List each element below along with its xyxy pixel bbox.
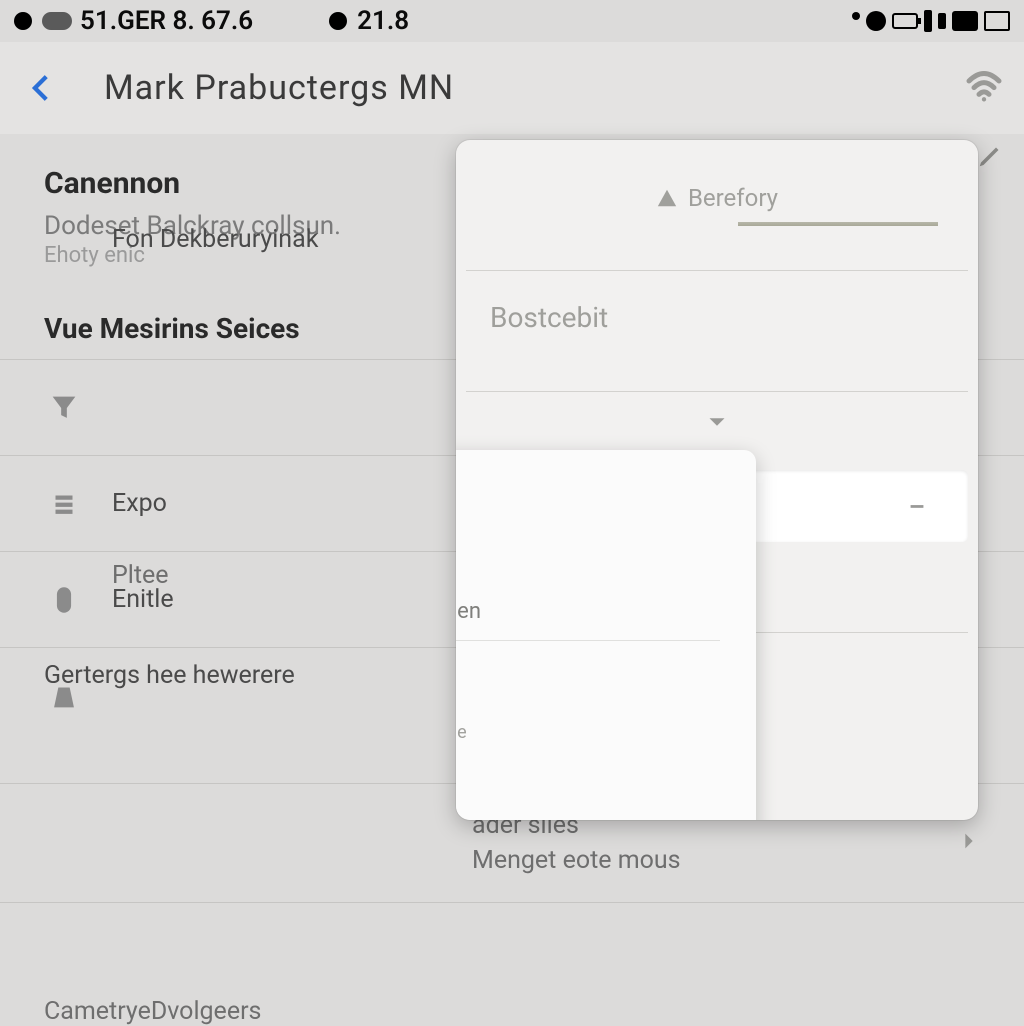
wifi-button[interactable]: [964, 66, 1004, 110]
inner-info-card: Abourx Backeetryergeen Nesterwe't Seeion…: [456, 450, 756, 820]
card-body: Deary 80.1/ 2017FMien: [456, 599, 720, 624]
card-small2: hl beneree spones rhesbne: [456, 719, 720, 746]
row1-labels: Fon Dekberuryinak Pltee: [112, 225, 318, 590]
status-right-icons: [852, 10, 1010, 32]
mouse-icon: [44, 580, 84, 620]
app-bar: Mark Prabuctergs MN: [0, 42, 1024, 134]
bottom-right-labels: ader siles Menget eote mous: [472, 811, 681, 875]
card-divider: [456, 640, 720, 641]
minus-icon: [906, 495, 928, 517]
battery-icon: [892, 13, 918, 29]
bottom-right-bottom: Menget eote mous: [472, 846, 681, 875]
card-link2[interactable]: Dewaic: [456, 655, 720, 682]
card-subtitle: Backeetryergeen: [456, 520, 720, 548]
side-popup-panel: Berefory Bostcebit Abourx Backeetryergee…: [456, 140, 978, 820]
warning-icon: [656, 187, 678, 209]
popup-section-label: Bostcebit: [490, 301, 608, 334]
status-dot2-icon: [329, 12, 347, 30]
status-left-text: 51.GER 8. 67.6: [80, 6, 253, 36]
camera-icon: [952, 11, 978, 31]
filter-icon: [44, 388, 84, 428]
popup-header-line: Berefory: [656, 184, 778, 212]
chevron-down-icon[interactable]: [702, 407, 732, 437]
edit-icon[interactable]: [976, 140, 1006, 174]
popup-section[interactable]: Bostcebit: [456, 271, 978, 391]
signal2-icon: [938, 13, 946, 29]
wifi-icon: [964, 66, 1004, 106]
status-right-text: 21.8: [357, 6, 409, 36]
back-button[interactable]: [20, 66, 64, 110]
status-bar: 51.GER 8. 67.6 21.8: [0, 0, 1024, 42]
status-dot3-icon: [852, 12, 860, 20]
row2-label: Expo: [112, 489, 442, 518]
row3-label: Enitle: [112, 585, 442, 614]
signal-icon: [924, 10, 932, 32]
popup-header-underline: [738, 222, 938, 226]
popup-header-label: Berefory: [688, 184, 778, 212]
bottom-left-labels: Gertergs hee hewerere CametryeDvolgeers: [44, 661, 444, 1026]
bottom-left-bottom: CametryeDvolgeers: [44, 997, 444, 1026]
popup-header: Berefory: [456, 140, 978, 270]
chevron-left-icon: [25, 71, 59, 105]
bottom-left-top: Gertergs hee hewerere: [44, 661, 444, 991]
card-small1: ihtupoupher fertey dery: [456, 692, 720, 719]
page-title: Mark Prabuctergs MN: [104, 68, 454, 108]
status-pill-icon: [42, 12, 72, 30]
status-dot-icon: [14, 12, 32, 30]
status-left: 51.GER 8. 67.6 21.8: [14, 6, 409, 36]
screen-icon: [984, 11, 1010, 31]
clock-icon: [866, 11, 886, 31]
stack-icon: [44, 484, 84, 524]
card-link1[interactable]: Nesterwe't Seeion: [456, 562, 720, 589]
card-title: Abourx: [456, 480, 720, 510]
bottom-chevron: [958, 830, 980, 856]
